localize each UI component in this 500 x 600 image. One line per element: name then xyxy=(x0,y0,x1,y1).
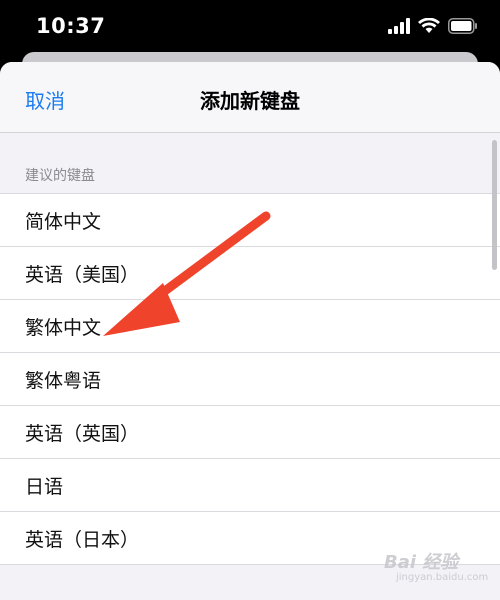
watermark: Bai 经验 jingyan.baidu.com xyxy=(384,548,488,583)
status-bar: 10:37 xyxy=(0,0,500,56)
watermark-url: jingyan.baidu.com xyxy=(396,572,489,583)
list-item-label: 英语（英国） xyxy=(25,423,140,445)
wifi-icon xyxy=(418,18,440,33)
scrollbar[interactable] xyxy=(492,140,497,270)
add-keyboard-sheet: 取消 添加新键盘 建议的键盘 简体中文 英语（美国） 繁体中文 繁体粤语 英语（… xyxy=(0,62,500,600)
list-item-label: 英语（美国） xyxy=(25,264,140,286)
navigation-bar: 取消 添加新键盘 xyxy=(0,62,500,133)
list-item-label: 英语（日本） xyxy=(25,529,140,551)
list-item-label: 日语 xyxy=(25,476,64,498)
section-header-label: 建议的键盘 xyxy=(25,168,95,184)
status-icons xyxy=(388,18,478,34)
list-item-label: 繁体粤语 xyxy=(25,370,102,392)
list-item-label: 简体中文 xyxy=(25,211,102,233)
watermark-brand: Bai 经验 xyxy=(384,552,459,573)
keyboard-item-traditional-cantonese[interactable]: 繁体粤语 xyxy=(0,353,500,406)
battery-icon xyxy=(448,18,477,34)
status-time: 10:37 xyxy=(36,14,106,38)
keyboard-list: 简体中文 英语（美国） 繁体中文 繁体粤语 英语（英国） 日语 英语（日本） xyxy=(0,193,500,565)
keyboard-item-simplified-chinese[interactable]: 简体中文 xyxy=(0,194,500,247)
page-title: 添加新键盘 xyxy=(200,89,300,113)
keyboard-item-japanese[interactable]: 日语 xyxy=(0,459,500,512)
keyboard-item-english-uk[interactable]: 英语（英国） xyxy=(0,406,500,459)
signal-icon xyxy=(388,18,410,34)
keyboard-item-english-us[interactable]: 英语（美国） xyxy=(0,247,500,300)
list-item-label: 繁体中文 xyxy=(25,317,102,339)
keyboard-item-traditional-chinese[interactable]: 繁体中文 xyxy=(0,300,500,353)
section-header: 建议的键盘 xyxy=(0,133,500,193)
